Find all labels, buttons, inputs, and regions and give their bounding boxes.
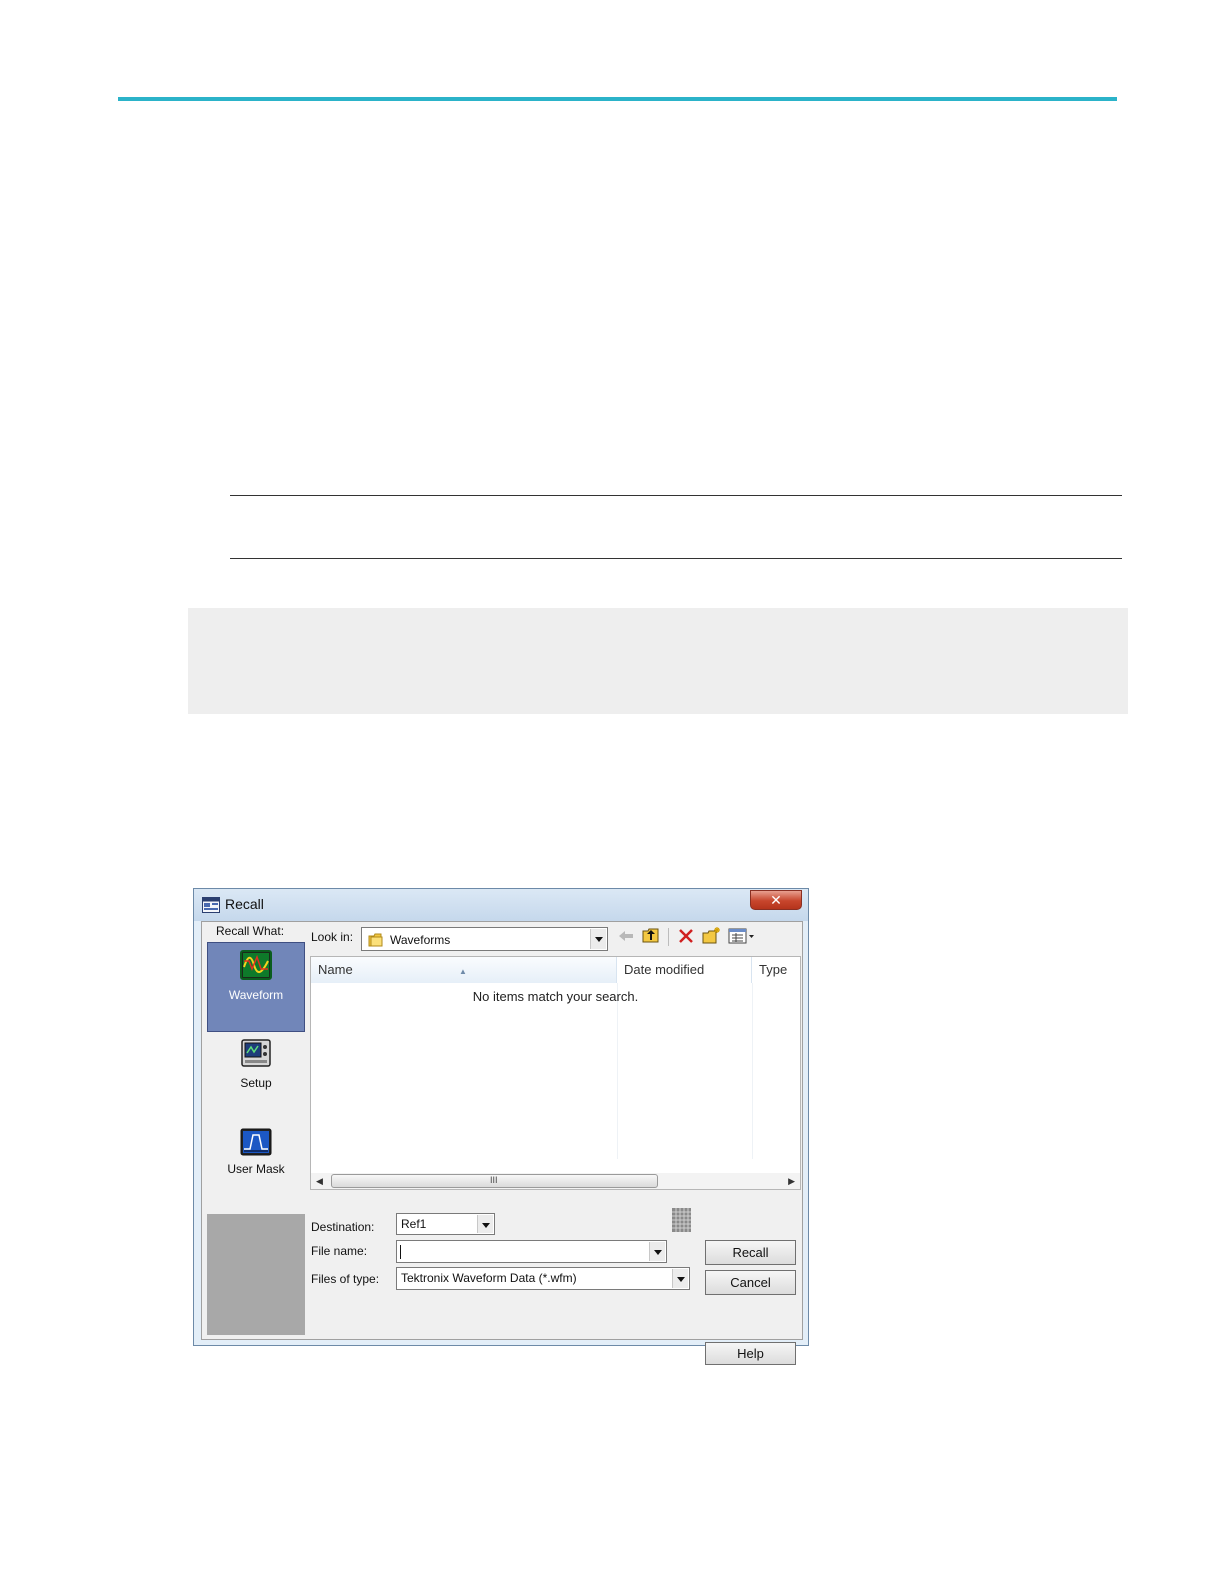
user-mask-option-label: User Mask bbox=[227, 1162, 285, 1176]
chevron-down-icon[interactable] bbox=[477, 1215, 493, 1233]
user-mask-icon bbox=[240, 1128, 272, 1156]
close-button[interactable]: ✕ bbox=[750, 890, 802, 910]
waveform-icon bbox=[240, 950, 272, 980]
column-divider bbox=[752, 983, 753, 1159]
column-divider bbox=[617, 983, 618, 1159]
close-icon: ✕ bbox=[770, 892, 782, 908]
destination-label: Destination: bbox=[311, 1220, 375, 1234]
dialog-client-area: Recall What: Waveform Setup User Mask Lo… bbox=[201, 921, 803, 1365]
text-cursor bbox=[400, 1245, 401, 1259]
keypad-icon[interactable] bbox=[672, 1208, 691, 1232]
up-folder-icon[interactable] bbox=[641, 926, 661, 946]
recall-option-waveform[interactable]: Waveform bbox=[207, 942, 305, 1032]
files-of-type-label: Files of type: bbox=[311, 1272, 380, 1286]
back-arrow-icon[interactable] bbox=[616, 926, 636, 946]
look-in-label: Look in: bbox=[311, 930, 354, 944]
recall-what-label: Recall What: bbox=[216, 924, 285, 938]
recall-option-setup[interactable]: Setup bbox=[207, 1037, 305, 1097]
destination-dropdown[interactable]: Ref1 bbox=[396, 1213, 495, 1235]
scroll-left-icon[interactable]: ◀ bbox=[316, 1176, 323, 1187]
page-header-rule bbox=[118, 97, 1117, 101]
column-header-name[interactable]: Name ▲ bbox=[311, 957, 617, 983]
view-menu-icon[interactable] bbox=[728, 926, 756, 946]
look-in-dropdown[interactable]: Waveforms bbox=[361, 927, 608, 951]
cancel-button[interactable]: Cancel bbox=[705, 1270, 796, 1295]
column-header-type[interactable]: Type bbox=[752, 957, 800, 983]
column-header-date-modified[interactable]: Date modified bbox=[617, 957, 752, 983]
scroll-right-icon[interactable]: ▶ bbox=[788, 1176, 795, 1187]
files-of-type-value: Tektronix Waveform Data (*.wfm) bbox=[401, 1271, 577, 1285]
left-panel-filler bbox=[207, 1214, 305, 1335]
note-bottom-rule bbox=[230, 558, 1122, 559]
look-in-value: Waveforms bbox=[390, 933, 451, 947]
horizontal-scrollbar[interactable]: ◀ III ▶ bbox=[311, 1173, 800, 1189]
file-list[interactable]: Name ▲ Date modified Type No items match… bbox=[310, 956, 801, 1190]
empty-list-message: No items match your search. bbox=[472, 989, 639, 1004]
note-top-rule bbox=[230, 495, 1122, 496]
chevron-down-icon[interactable] bbox=[649, 1242, 665, 1261]
waveform-option-label: Waveform bbox=[228, 988, 284, 1002]
recall-what-panel: Recall What: Waveform Setup User Mask bbox=[202, 922, 306, 1339]
files-of-type-dropdown[interactable]: Tektronix Waveform Data (*.wfm) bbox=[396, 1267, 690, 1290]
setup-option-label: Setup bbox=[240, 1076, 272, 1090]
scroll-grip-icon: III bbox=[490, 1175, 498, 1185]
folder-icon bbox=[368, 933, 383, 947]
scrollbar-thumb[interactable]: III bbox=[331, 1174, 658, 1188]
recall-button[interactable]: Recall bbox=[705, 1240, 796, 1265]
toolbar-separator bbox=[668, 928, 669, 946]
new-folder-icon[interactable] bbox=[701, 926, 721, 946]
setup-icon bbox=[241, 1039, 271, 1067]
recall-option-user-mask[interactable]: User Mask bbox=[207, 1127, 305, 1187]
sort-ascending-icon: ▲ bbox=[459, 967, 467, 976]
dialog-title: Recall bbox=[225, 896, 264, 912]
chevron-down-icon[interactable] bbox=[590, 929, 606, 949]
file-name-label: File name: bbox=[311, 1244, 368, 1258]
recall-dialog: Recall ✕ Recall What: Waveform Setup Use… bbox=[193, 888, 809, 1365]
destination-value: Ref1 bbox=[401, 1217, 427, 1231]
file-name-input[interactable] bbox=[396, 1240, 667, 1263]
shaded-panel bbox=[188, 608, 1128, 714]
help-button[interactable]: Help bbox=[705, 1342, 796, 1365]
title-bar: Recall ✕ bbox=[194, 889, 808, 921]
delete-icon[interactable] bbox=[676, 926, 696, 946]
chevron-down-icon[interactable] bbox=[672, 1269, 688, 1288]
app-window-icon bbox=[202, 897, 220, 913]
